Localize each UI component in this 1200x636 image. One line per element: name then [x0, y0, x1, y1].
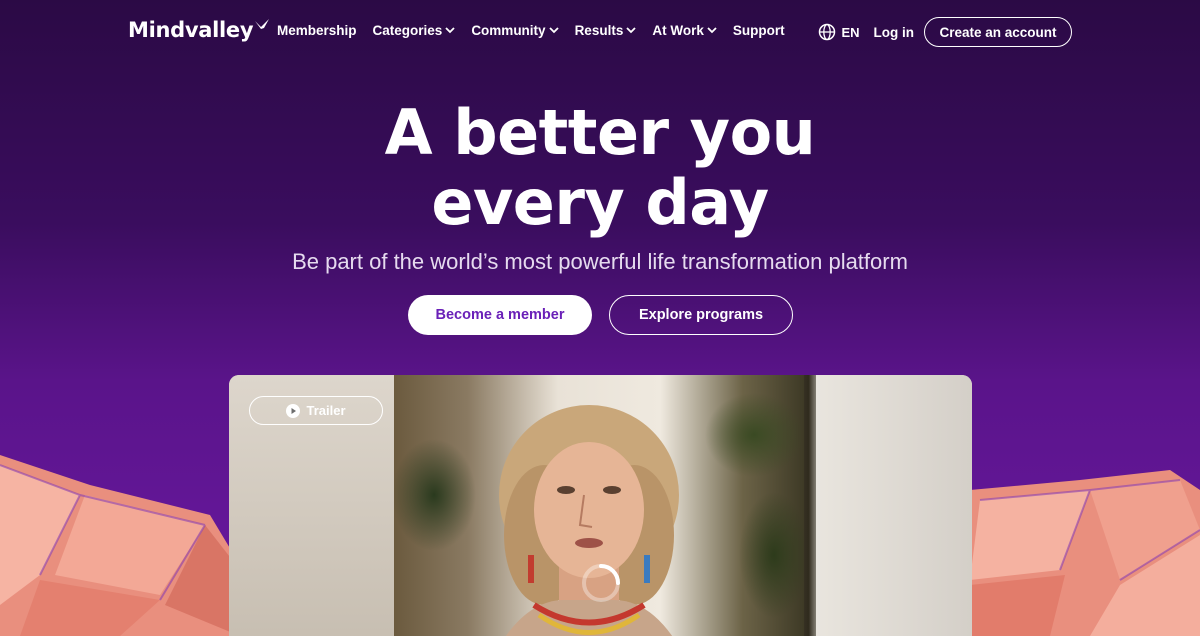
- nav-results-label: Results: [574, 23, 624, 38]
- chevron-down-icon: [445, 27, 455, 34]
- explore-programs-button[interactable]: Explore programs: [609, 295, 793, 335]
- nav-categories-label: Categories: [372, 23, 443, 38]
- nav-community[interactable]: Community: [471, 23, 559, 38]
- hero-title-line-2: every day: [431, 166, 769, 239]
- trailer-label: Trailer: [306, 403, 346, 418]
- become-member-button[interactable]: Become a member: [408, 295, 592, 335]
- nav-membership[interactable]: Membership: [277, 23, 357, 38]
- chevron-down-icon: [707, 27, 717, 34]
- play-icon: [286, 403, 301, 418]
- video-player[interactable]: Trailer: [229, 375, 972, 636]
- language-code: EN: [841, 24, 860, 40]
- nav-actions: EN Log in Create an account: [818, 17, 1072, 47]
- hero-subtitle: Be part of the world’s most powerful lif…: [292, 249, 908, 274]
- trailer-button[interactable]: Trailer: [249, 396, 383, 425]
- nav-community-label: Community: [471, 23, 546, 38]
- hero-cta-group: Become a member Explore programs: [408, 295, 793, 335]
- globe-icon: [819, 23, 836, 41]
- hero-title-line-1: A better you: [384, 96, 816, 169]
- top-navigation: Mindvalley Membership Categories Communi…: [0, 0, 1200, 64]
- decorative-crystal-left: [0, 455, 240, 636]
- create-account-button[interactable]: Create an account: [924, 17, 1072, 47]
- chevron-down-icon: [548, 27, 559, 34]
- login-link[interactable]: Log in: [874, 25, 915, 40]
- mindvalley-logo[interactable]: Mindvalley: [128, 18, 270, 42]
- nav-support-label: Support: [732, 23, 785, 38]
- decorative-crystal-right: [970, 470, 1200, 636]
- nav-categories[interactable]: Categories: [373, 23, 456, 38]
- nav-support[interactable]: Support: [733, 23, 785, 38]
- logo-wing-icon: [255, 19, 270, 29]
- nav-at-work[interactable]: At Work: [652, 23, 717, 38]
- nav-at-work-label: At Work: [652, 23, 704, 38]
- video-background-pillar-right: [816, 375, 972, 636]
- hero-title: A better you every day: [0, 98, 1200, 238]
- main-menu: Membership Categories Community Results …: [277, 23, 785, 38]
- loading-spinner: [582, 564, 620, 602]
- nav-results[interactable]: Results: [575, 23, 637, 38]
- chevron-down-icon: [626, 27, 636, 34]
- language-selector[interactable]: EN: [818, 23, 860, 41]
- nav-membership-label: Membership: [277, 23, 357, 38]
- logo-wordmark: Mindvalley: [128, 18, 254, 42]
